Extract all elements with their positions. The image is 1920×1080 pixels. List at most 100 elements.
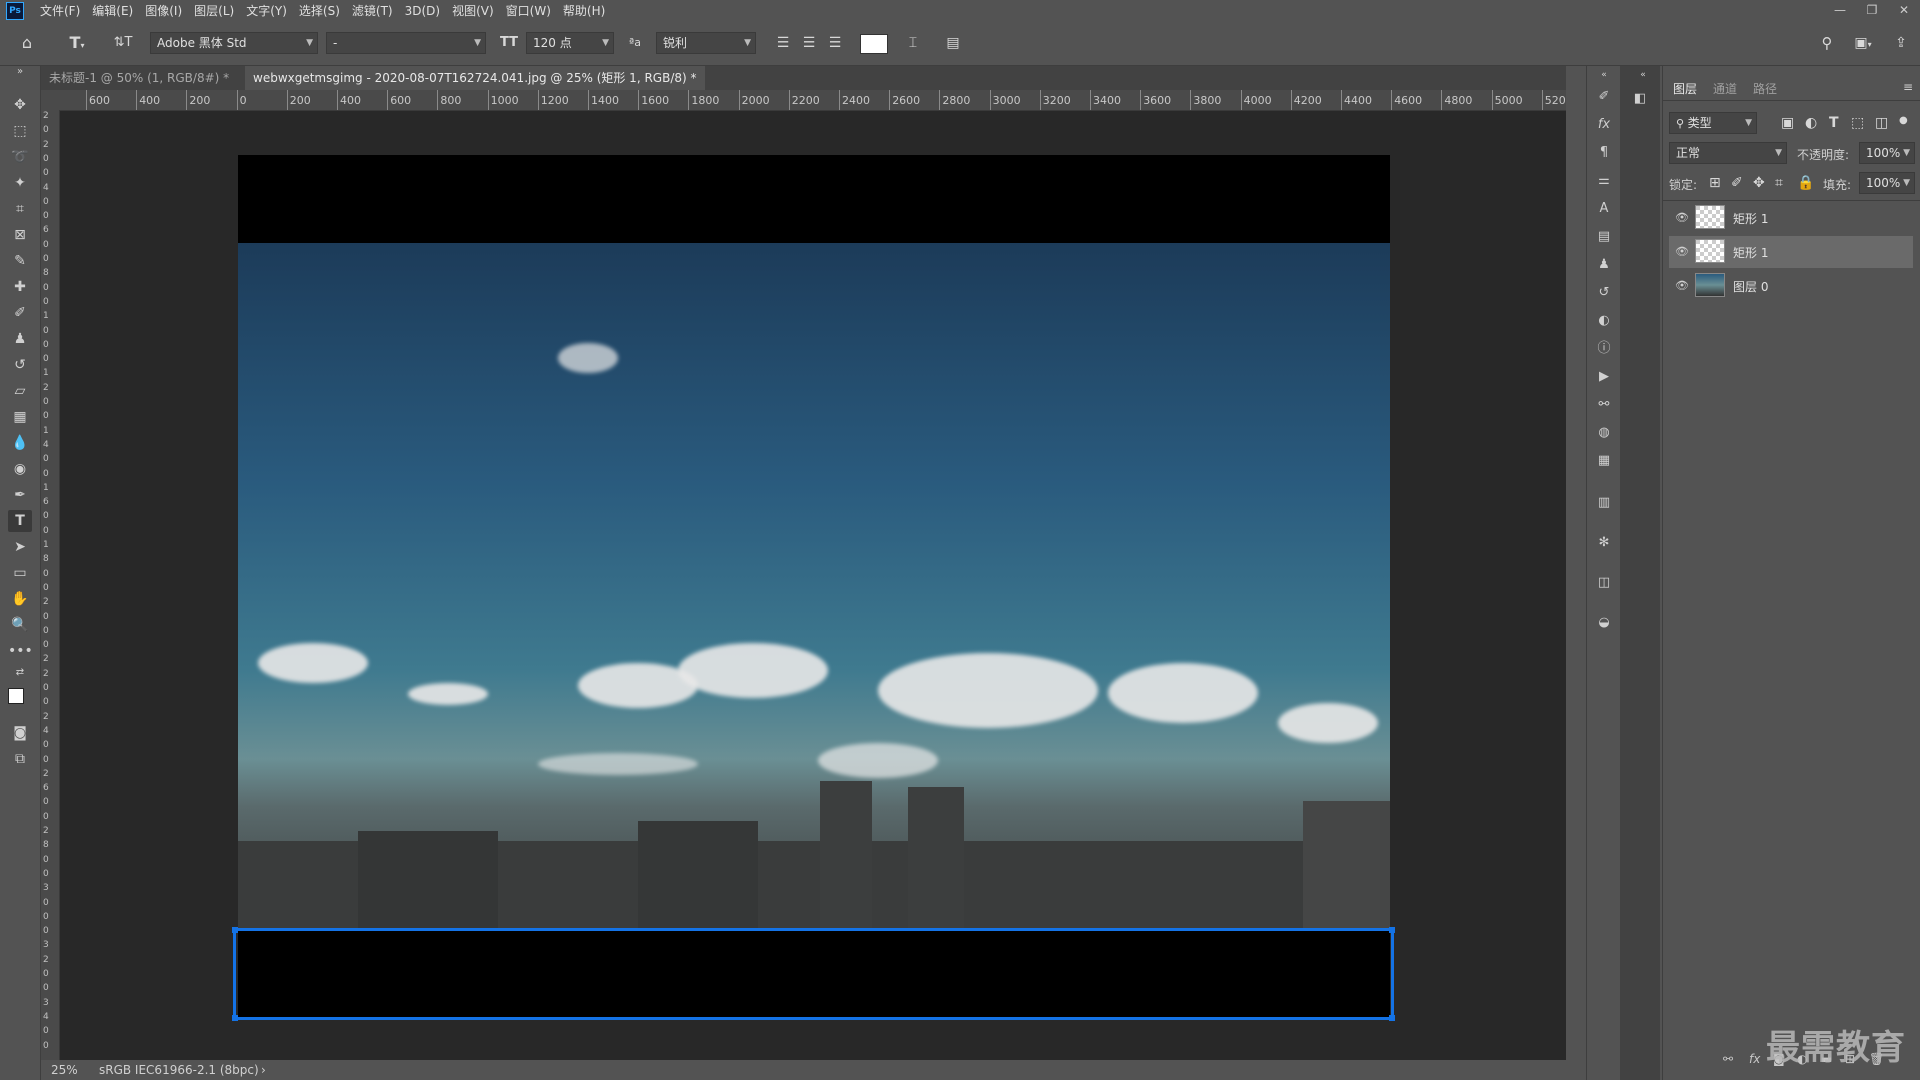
learn-panel-icon[interactable]: ◧: [1631, 90, 1649, 108]
resize-handle[interactable]: [232, 1015, 238, 1021]
paths-icon[interactable]: ⚯: [1595, 396, 1613, 414]
resize-handle[interactable]: [1389, 1015, 1395, 1021]
visibility-eye-icon[interactable]: 👁: [1675, 211, 1689, 224]
type-tool-icon[interactable]: T: [8, 510, 32, 532]
filter-type-icon[interactable]: T: [1829, 115, 1839, 131]
blend-mode-select[interactable]: 正常 ▼: [1669, 142, 1787, 164]
align-right-icon[interactable]: ☰: [824, 32, 846, 54]
foreground-color-swatch[interactable]: [8, 688, 24, 704]
hand-tool-icon[interactable]: ✋: [8, 588, 32, 610]
share-icon[interactable]: ⇪: [1890, 32, 1912, 54]
lock-image-icon[interactable]: ✐: [1731, 175, 1743, 191]
filter-smart-object-icon[interactable]: ◫: [1875, 115, 1888, 131]
menu-view[interactable]: 视图(V): [446, 2, 500, 19]
layer-row[interactable]: 👁 矩形 1: [1669, 202, 1913, 234]
notes-icon[interactable]: ▥: [1595, 494, 1613, 512]
eraser-tool-icon[interactable]: ▱: [8, 380, 32, 402]
path-selection-tool-icon[interactable]: ➤: [8, 536, 32, 558]
align-center-icon[interactable]: ☰: [798, 32, 820, 54]
lock-all-icon[interactable]: 🔒: [1797, 175, 1814, 191]
lock-transparent-icon[interactable]: ⊞: [1709, 175, 1721, 191]
workspace-icon[interactable]: ▣▾: [1848, 32, 1878, 54]
menu-image[interactable]: 图像(I): [139, 2, 188, 19]
character-panel-icon[interactable]: ▤: [942, 32, 964, 54]
tab-webwxgetmsgimg[interactable]: webwxgetmsgimg - 2020-08-07T162724.041.j…: [245, 66, 705, 109]
3d-icon[interactable]: ◍: [1595, 424, 1613, 442]
visibility-eye-icon[interactable]: 👁: [1675, 279, 1689, 292]
minimize-icon[interactable]: —: [1824, 0, 1856, 21]
styles-icon[interactable]: fx: [1595, 116, 1613, 134]
font-family-select[interactable]: Adobe 黑体 Std ▼: [150, 32, 318, 54]
type-tool-preset-icon[interactable]: T▾: [62, 32, 92, 54]
collapse-icon[interactable]: «: [1595, 66, 1613, 84]
zoom-level[interactable]: 25%: [51, 1060, 78, 1080]
link-icon[interactable]: ⚯: [1723, 1052, 1733, 1066]
navigator-icon[interactable]: ◒: [1595, 614, 1613, 632]
menu-help[interactable]: 帮助(H): [557, 2, 611, 19]
fill-field[interactable]: 100% ▼: [1859, 172, 1915, 194]
selected-rectangle-bounding-box[interactable]: [232, 927, 1395, 1021]
more-tools-icon[interactable]: •••: [8, 640, 33, 662]
resize-handle[interactable]: [232, 927, 238, 933]
fx-icon[interactable]: fx: [1749, 1052, 1760, 1066]
menu-select[interactable]: 选择(S): [293, 2, 346, 19]
info-icon[interactable]: ⓘ: [1595, 340, 1613, 358]
properties-icon[interactable]: ▤: [1595, 228, 1613, 246]
filter-shape-icon[interactable]: ⬚: [1851, 115, 1864, 131]
filter-toggle-icon[interactable]: ●: [1899, 115, 1908, 126]
clone-source-icon[interactable]: ♟: [1595, 256, 1613, 274]
history-brush-tool-icon[interactable]: ↺: [8, 354, 32, 376]
menu-window[interactable]: 窗口(W): [500, 2, 557, 19]
brush-tool-icon[interactable]: ✐: [8, 302, 32, 324]
history-icon[interactable]: ↺: [1595, 284, 1613, 302]
blur-tool-icon[interactable]: 💧: [8, 432, 32, 454]
layer-row[interactable]: 👁 图层 0: [1669, 270, 1913, 302]
magic-wand-tool-icon[interactable]: ✦: [8, 172, 32, 194]
glyphs-icon[interactable]: ✻: [1595, 534, 1613, 552]
menu-filter[interactable]: 滤镜(T): [346, 2, 399, 19]
tab-paths[interactable]: 路径: [1753, 80, 1777, 97]
eyedropper-tool-icon[interactable]: ✎: [8, 250, 32, 272]
menu-file[interactable]: 文件(F): [34, 2, 86, 19]
toggle-text-orientation-icon[interactable]: ⇅T: [112, 32, 134, 54]
antialias-select[interactable]: 锐利 ▼: [656, 32, 756, 54]
opacity-field[interactable]: 100% ▼: [1859, 142, 1915, 164]
pen-tool-icon[interactable]: ✒: [8, 484, 32, 506]
zoom-tool-icon[interactable]: 🔍: [8, 614, 32, 636]
align-left-icon[interactable]: ☰: [772, 32, 794, 54]
rectangle-tool-icon[interactable]: ▭: [8, 562, 32, 584]
home-icon[interactable]: ⌂: [16, 32, 38, 54]
collapse-icon[interactable]: «: [1634, 66, 1652, 84]
filter-adjustment-icon[interactable]: ◐: [1805, 115, 1817, 131]
close-icon[interactable]: ✕: [1888, 0, 1920, 21]
actions-play-icon[interactable]: ▶: [1595, 368, 1613, 386]
gradient-tool-icon[interactable]: ▦: [8, 406, 32, 428]
paragraph-icon[interactable]: ¶: [1595, 144, 1613, 162]
menu-layer[interactable]: 图层(L): [188, 2, 240, 19]
brush-settings-icon[interactable]: ✐: [1595, 88, 1613, 106]
dodge-tool-icon[interactable]: ◉: [8, 458, 32, 480]
font-style-select[interactable]: - ▼: [326, 32, 486, 54]
menu-type[interactable]: 文字(Y): [240, 2, 293, 19]
filter-pixel-icon[interactable]: ▣: [1781, 115, 1794, 131]
menu-edit[interactable]: 编辑(E): [86, 2, 139, 19]
document-canvas[interactable]: [238, 155, 1390, 1019]
status-menu-arrow[interactable]: ›: [261, 1060, 266, 1080]
stamp-tool-icon[interactable]: ♟: [8, 328, 32, 350]
layer-row-selected[interactable]: 👁 矩形 1: [1669, 236, 1913, 268]
lock-artboard-icon[interactable]: ⌗: [1775, 175, 1783, 191]
marquee-tool-icon[interactable]: ⬚: [8, 120, 32, 142]
collapse-icon[interactable]: »: [8, 66, 32, 78]
lock-position-icon[interactable]: ✥: [1753, 175, 1765, 191]
screen-mode-icon[interactable]: ⧉: [8, 748, 32, 770]
font-size-field[interactable]: 120 点 ▼: [526, 32, 614, 54]
visibility-eye-icon[interactable]: 👁: [1675, 245, 1689, 258]
crop-tool-icon[interactable]: ⌗: [8, 198, 32, 220]
adjustments-icon[interactable]: ⚌: [1595, 172, 1613, 190]
quick-mask-icon[interactable]: ◙: [8, 722, 32, 744]
search-icon[interactable]: ⚲: [1816, 32, 1838, 54]
lasso-tool-icon[interactable]: ➰: [8, 146, 32, 168]
swatches-icon[interactable]: ▦: [1595, 452, 1613, 470]
healing-brush-tool-icon[interactable]: ✚: [8, 276, 32, 298]
resize-handle[interactable]: [1389, 927, 1395, 933]
